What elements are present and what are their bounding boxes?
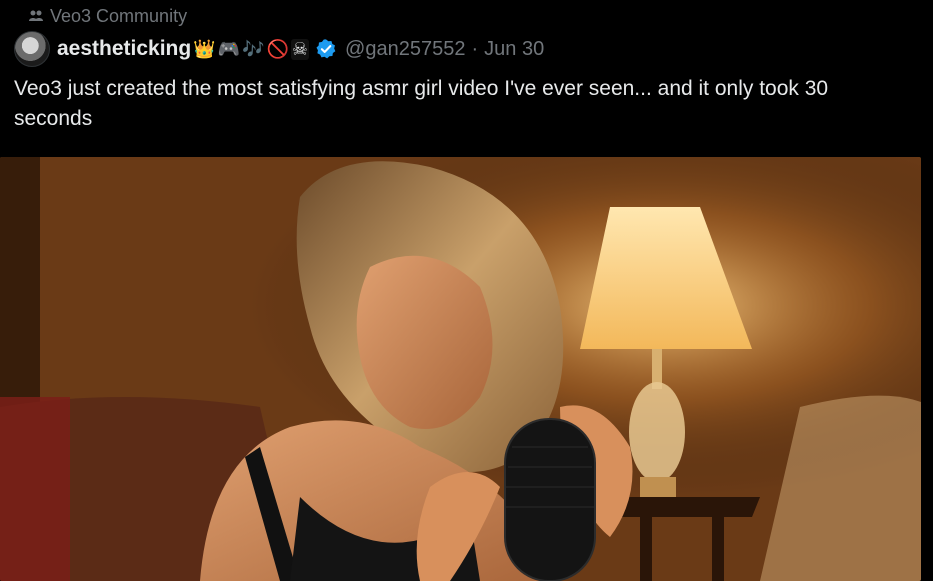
people-icon: [29, 10, 43, 21]
video-frame-image: [0, 157, 921, 581]
verified-badge-icon: [316, 39, 336, 59]
handle[interactable]: @gan257552: [345, 38, 465, 61]
post-date[interactable]: Jun 30: [484, 38, 544, 61]
tweet-text: Veo3 just created the most satisfying as…: [14, 77, 829, 130]
video-thumbnail[interactable]: [0, 157, 921, 581]
community-label[interactable]: Veo3 Community: [28, 6, 187, 26]
prohibited-emoji-icon: 🚫: [266, 38, 289, 60]
page-scrollbar[interactable]: [921, 0, 933, 581]
community-name: Veo3 Community: [50, 5, 188, 26]
display-name[interactable]: aestheticking: [57, 37, 191, 61]
game-controller-emoji-icon: 🎮: [217, 38, 241, 60]
crown-emoji-icon: 👑: [193, 38, 216, 60]
separator-dot: ·: [471, 37, 479, 60]
author-row: aestheticking 👑 🎮 🎶 🚫 ☠ @gan257552 · Jun…: [14, 31, 544, 67]
music-notes-emoji-icon: 🎶: [242, 38, 265, 60]
avatar[interactable]: [14, 31, 50, 67]
pirate-flag-emoji-icon: ☠: [290, 38, 310, 60]
